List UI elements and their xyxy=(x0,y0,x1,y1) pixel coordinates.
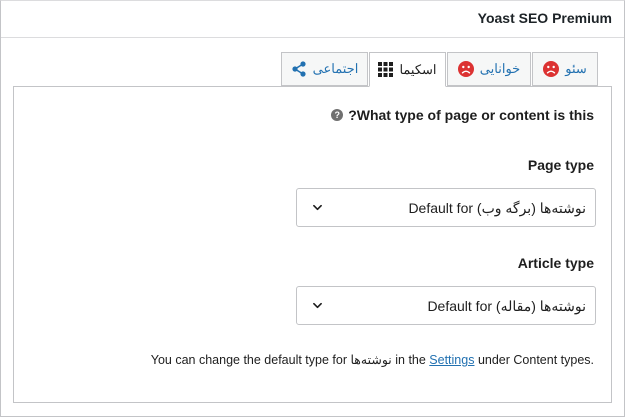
tab-social[interactable]: اجتماعی xyxy=(281,52,368,86)
tab-schema-label: اسکیما xyxy=(399,61,437,77)
metabox-title: Yoast SEO Premium xyxy=(477,10,612,26)
article-type-value: Default for نوشته‌ها (مقاله) xyxy=(427,298,586,314)
tab-seo-label: سئو xyxy=(565,61,587,76)
help-icon[interactable]: ? xyxy=(331,109,344,121)
tab-readability-label: خوانایی xyxy=(479,61,521,76)
article-type-label: Article type xyxy=(517,255,594,271)
schema-panel: ? ?What type of page or content is this … xyxy=(13,86,612,403)
content-type-question: ? ?What type of page or content is this xyxy=(331,107,594,123)
question-text: ?What type of page or content is this xyxy=(348,107,594,123)
footer-text-before: You can change the default type for نوشت… xyxy=(150,353,430,367)
page-type-select[interactable]: Default for نوشته‌ها (برگه وب) xyxy=(296,188,596,227)
sad-face-icon xyxy=(543,61,560,77)
page-type-label: Page type xyxy=(527,157,594,173)
tab-schema[interactable]: اسکیما xyxy=(369,52,446,87)
metabox-header: Yoast SEO Premium xyxy=(1,1,624,38)
tab-social-label: اجتماعی xyxy=(312,61,359,76)
share-icon xyxy=(291,61,307,77)
tab-seo[interactable]: سئو xyxy=(532,52,598,86)
footer-text-after: under Content types. xyxy=(474,353,594,367)
article-type-select[interactable]: Default for نوشته‌ها (مقاله) xyxy=(296,286,596,325)
chevron-down-icon xyxy=(313,204,322,211)
settings-link[interactable]: Settings xyxy=(429,353,474,367)
grid-icon xyxy=(378,62,394,77)
tab-readability[interactable]: خوانایی xyxy=(447,52,531,86)
yoast-metabox: Yoast SEO Premium سئو خوانایی اسکیما اجت… xyxy=(0,0,625,417)
page-type-value: Default for نوشته‌ها (برگه وب) xyxy=(408,200,586,216)
chevron-down-icon xyxy=(313,302,322,309)
settings-help-text: You can change the default type for نوشت… xyxy=(151,352,594,367)
sad-face-icon xyxy=(457,61,474,77)
